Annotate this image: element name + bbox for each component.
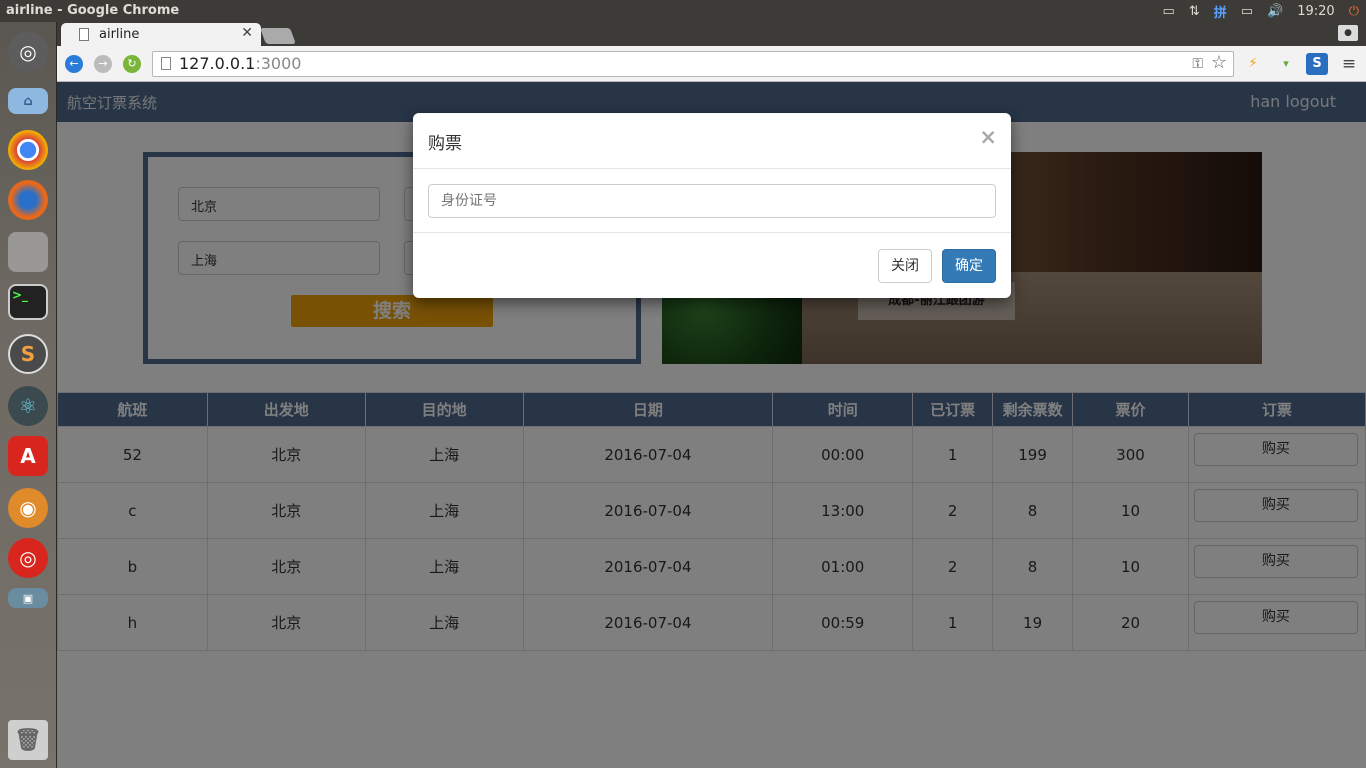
extension-blocked-icon[interactable]: ▾ [1275, 53, 1297, 75]
modal-body [413, 170, 1011, 233]
input-method-indicator[interactable]: 拼 [1207, 2, 1234, 21]
volume-icon[interactable]: 🔊 [1260, 4, 1290, 19]
sublime-icon[interactable]: S [8, 334, 48, 374]
extension-bolt-icon[interactable]: ⚡ [1242, 53, 1264, 75]
network-icon[interactable]: ⇅ [1182, 4, 1207, 19]
files-icon[interactable] [8, 232, 48, 272]
music-player-icon[interactable]: ◎ [8, 538, 48, 578]
chrome-icon[interactable] [8, 130, 48, 170]
ubuntu-dash-icon[interactable]: ◎ [8, 32, 48, 72]
extension-s-icon[interactable]: S [1306, 53, 1328, 75]
screenshot-icon[interactable]: ▣ [8, 588, 48, 608]
close-button[interactable]: 关闭 [878, 249, 932, 283]
browser-frame: airline ✕ ● ← → ↻ 127.0.0.1:3000 ⚿ ☆ ⚡ ▾… [57, 22, 1366, 82]
tab-airline[interactable]: airline ✕ [61, 23, 261, 47]
pdf-reader-icon[interactable]: A [8, 436, 48, 476]
firefox-icon[interactable] [8, 180, 48, 220]
page-icon [79, 28, 89, 41]
back-icon[interactable]: ← [65, 55, 83, 73]
menu-icon[interactable]: ≡ [1338, 53, 1360, 75]
os-top-bar: airline - Google Chrome ▭ ⇅ 拼 ▭ 🔊 19:20 … [0, 0, 1366, 22]
browser-toolbar: ← → ↻ 127.0.0.1:3000 ⚿ ☆ ⚡ ▾ S ≡ [57, 46, 1366, 82]
tab-title: airline [99, 27, 140, 42]
bookmark-star-icon[interactable]: ☆ [1211, 51, 1227, 75]
system-tray: ▭ ⇅ 拼 ▭ 🔊 19:20 ⏻ [1156, 0, 1366, 22]
power-icon[interactable]: ⏻ [1342, 4, 1366, 19]
address-bar[interactable]: 127.0.0.1:3000 ⚿ ☆ [152, 51, 1234, 77]
id-number-input[interactable] [428, 184, 996, 218]
tab-strip: airline ✕ ● [57, 22, 1366, 47]
profile-icon[interactable]: ● [1338, 25, 1358, 41]
home-folder-icon[interactable]: ⌂ [8, 88, 48, 114]
page-info-icon[interactable] [161, 57, 171, 70]
trash-icon[interactable]: 🗑 [8, 720, 48, 760]
window-title: airline - Google Chrome [6, 3, 180, 18]
key-icon[interactable]: ⚿ [1192, 52, 1203, 76]
gimp-icon[interactable]: ◉ [8, 488, 48, 528]
modal-title: 购票 [428, 134, 462, 154]
purchase-modal: 购票 × 关闭 确定 [413, 113, 1011, 298]
modal-header: 购票 × [413, 113, 1011, 169]
display-icon[interactable]: ▭ [1156, 4, 1182, 19]
atom-icon[interactable]: ⚛ [8, 386, 48, 426]
terminal-icon[interactable]: >_ [8, 284, 48, 320]
reload-icon[interactable]: ↻ [123, 55, 141, 73]
clock[interactable]: 19:20 [1290, 4, 1341, 19]
close-icon[interactable]: × [979, 125, 997, 149]
web-page: 航空订票系统 han logout 北京 上海 搜索 成都-丽江跟团游 航班 出… [57, 82, 1366, 768]
launcher: ◎ ⌂ >_ S ⚛ A ◉ ◎ ▣ 🗑 [0, 22, 57, 768]
tab-close-icon[interactable]: ✕ [241, 25, 253, 41]
battery-icon[interactable]: ▭ [1234, 4, 1260, 19]
confirm-button[interactable]: 确定 [942, 249, 996, 283]
forward-icon[interactable]: → [94, 55, 112, 73]
new-tab-button[interactable] [260, 28, 296, 44]
url-text: 127.0.0.1:3000 [179, 54, 302, 73]
